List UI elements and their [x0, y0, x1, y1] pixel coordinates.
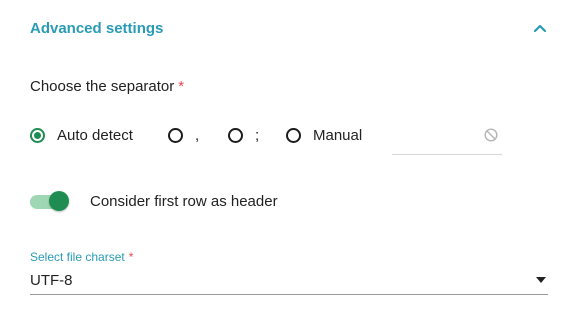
- radio-label: Auto detect: [57, 126, 133, 144]
- header-toggle-row: Consider first row as header: [30, 186, 278, 216]
- charset-select[interactable]: UTF-8: [30, 266, 548, 295]
- collapse-button[interactable]: [528, 16, 552, 40]
- manual-separator-input[interactable]: [392, 120, 480, 152]
- manual-separator-field: [392, 120, 502, 155]
- separator-label-text: Choose the separator: [30, 78, 175, 95]
- toggle-thumb: [49, 191, 69, 211]
- caret-down-icon: [536, 277, 546, 283]
- radio-label: ;: [255, 126, 260, 144]
- charset-label: Select file charset *: [30, 250, 133, 264]
- radio-circle: [286, 127, 301, 143]
- section-title: Advanced settings: [30, 19, 164, 37]
- radio-semicolon[interactable]: ;: [228, 120, 259, 150]
- advanced-settings-header[interactable]: Advanced settings: [30, 14, 550, 42]
- advanced-settings-panel: Advanced settings Choose the separator * …: [0, 0, 565, 331]
- charset-label-text: Select file charset: [30, 250, 125, 264]
- radio-circle: [168, 127, 183, 143]
- separator-label: Choose the separator *: [30, 78, 184, 95]
- charset-value: UTF-8: [30, 271, 73, 289]
- required-mark: *: [128, 250, 134, 264]
- header-row-toggle[interactable]: [30, 189, 70, 213]
- radio-circle: [228, 127, 243, 143]
- radio-auto-detect[interactable]: Auto detect: [30, 120, 133, 150]
- radio-circle: [30, 127, 45, 143]
- chevron-up-icon: [533, 24, 547, 33]
- radio-manual[interactable]: Manual: [286, 120, 362, 150]
- required-mark: *: [178, 78, 185, 95]
- blocked-icon: [484, 128, 498, 142]
- radio-label: ,: [195, 126, 200, 144]
- radio-label: Manual: [313, 126, 363, 144]
- header-toggle-label: Consider first row as header: [90, 192, 278, 210]
- radio-comma[interactable]: ,: [168, 120, 199, 150]
